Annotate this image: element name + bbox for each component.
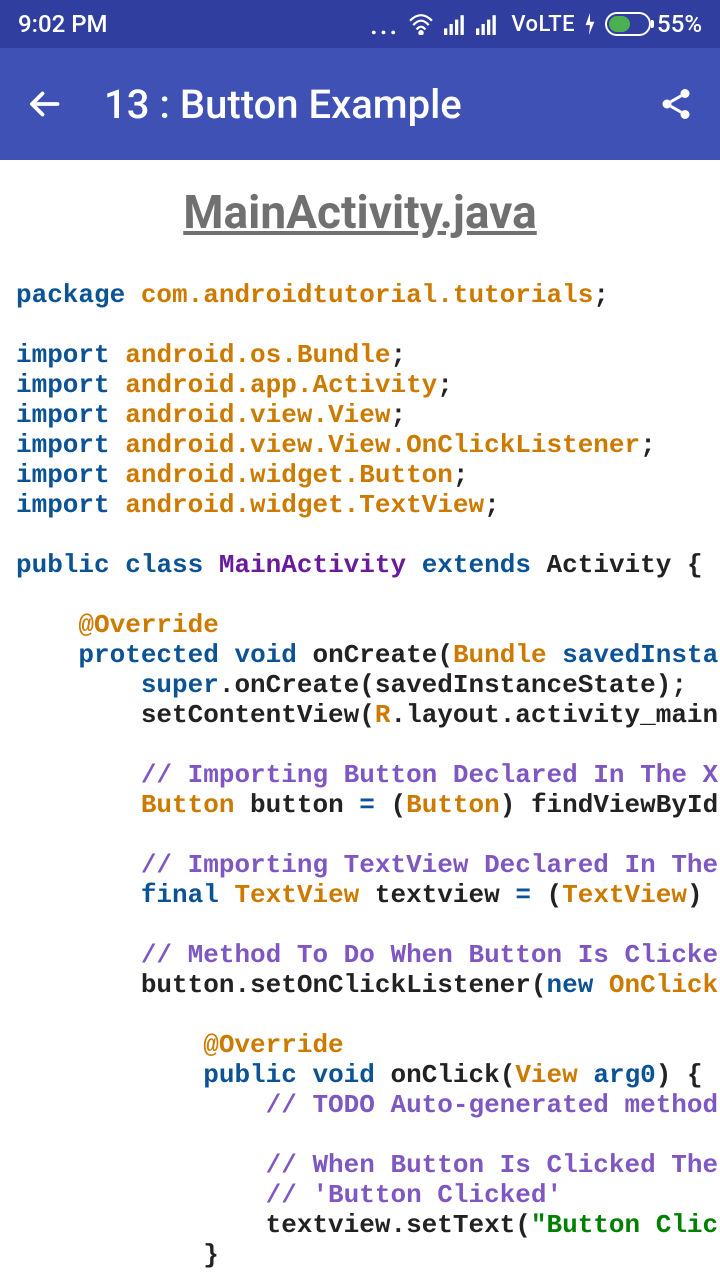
back-button[interactable]	[22, 82, 66, 126]
share-icon	[658, 86, 694, 122]
status-right: ... VoLTE 55%	[370, 8, 702, 41]
battery-pct: 55%	[657, 10, 702, 38]
battery-indicator: 55%	[605, 10, 702, 38]
arrow-left-icon	[26, 86, 62, 122]
wifi-icon	[407, 13, 435, 35]
app-bar: 13 : Button Example	[0, 48, 720, 160]
signal-icon-2	[475, 13, 499, 35]
volte-label: VoLTE	[511, 12, 575, 37]
status-time: 9:02 PM	[18, 10, 108, 38]
status-bar: 9:02 PM ... VoLTE 55%	[0, 0, 720, 48]
share-button[interactable]	[654, 82, 698, 126]
file-title: MainActivity.java	[16, 186, 704, 240]
battery-icon	[605, 12, 651, 36]
signal-icon-1	[443, 13, 467, 35]
content[interactable]: MainActivity.java package com.androidtut…	[0, 160, 720, 1270]
more-icon: ...	[370, 8, 399, 41]
app-title: 13 : Button Example	[104, 81, 654, 128]
code-block: package com.androidtutorial.tutorials; i…	[16, 280, 704, 1270]
charging-icon	[583, 13, 597, 35]
